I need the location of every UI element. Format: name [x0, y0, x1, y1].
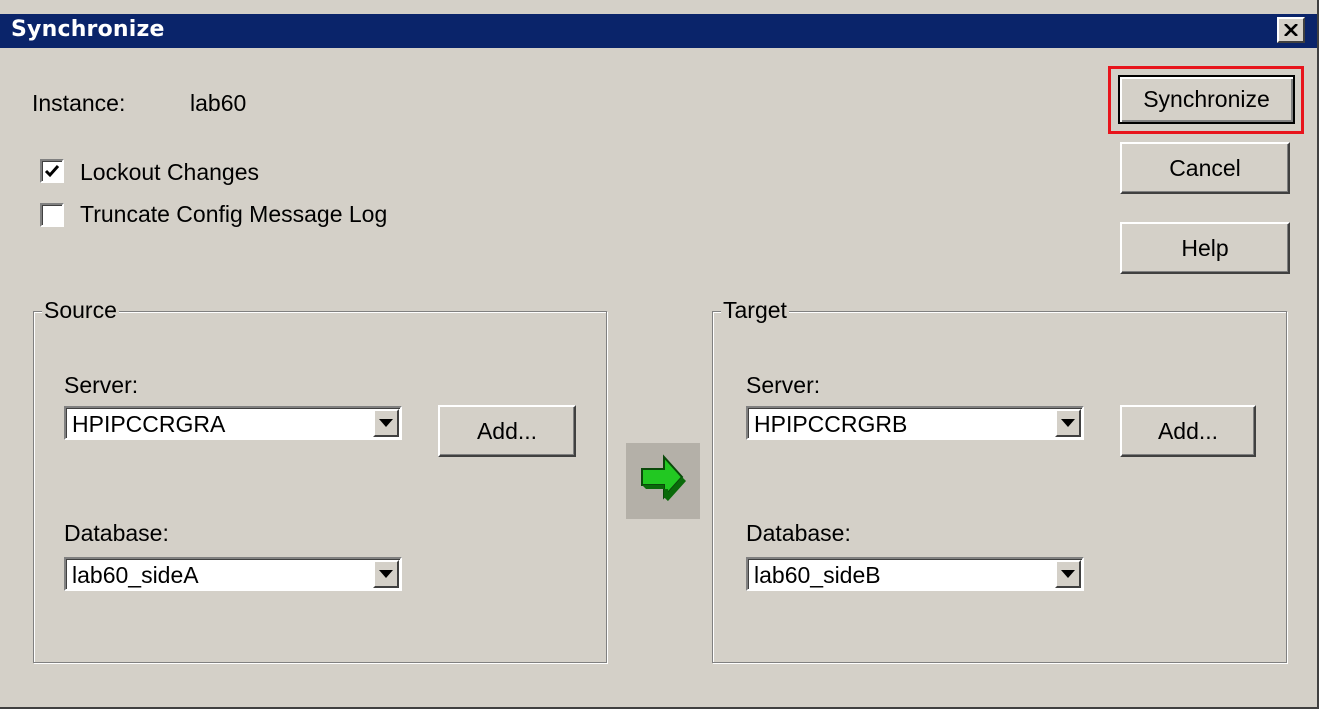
title-bar[interactable]: Synchronize: [0, 14, 1317, 48]
target-database-value: lab60_sideB: [754, 562, 881, 588]
source-server-dropdown-button[interactable]: [373, 409, 399, 437]
dropdown-arrow-icon: [379, 419, 393, 427]
dropdown-arrow-icon: [1061, 419, 1075, 427]
close-icon: [1284, 24, 1298, 36]
source-database-label: Database:: [64, 520, 169, 546]
source-server-label: Server:: [64, 372, 139, 398]
source-group: Source: [33, 297, 607, 663]
lockout-changes-checkbox[interactable]: [40, 159, 64, 183]
target-server-value: HPIPCCRGRB: [754, 411, 908, 437]
target-database-dropdown-button[interactable]: [1055, 560, 1081, 588]
checkmark-icon: [44, 165, 60, 178]
target-database-select[interactable]: lab60_sideB: [746, 557, 1084, 591]
truncate-log-checkbox[interactable]: [40, 203, 64, 227]
help-button[interactable]: Help: [1120, 222, 1290, 274]
window-title: Synchronize: [11, 17, 165, 42]
source-database-dropdown-button[interactable]: [373, 560, 399, 588]
dropdown-arrow-icon: [1061, 570, 1075, 578]
source-database-select[interactable]: lab60_sideA: [64, 557, 402, 591]
target-database-label: Database:: [746, 520, 851, 546]
target-group: Target: [712, 297, 1287, 663]
target-server-label: Server:: [746, 372, 821, 398]
target-add-button[interactable]: Add...: [1120, 405, 1256, 457]
cancel-button[interactable]: Cancel: [1120, 142, 1290, 194]
source-group-title: Source: [42, 297, 119, 324]
source-server-value: HPIPCCRGRA: [72, 411, 226, 437]
green-right-arrow-icon: [641, 454, 686, 501]
source-add-button[interactable]: Add...: [438, 405, 576, 457]
instance-label: Instance:: [32, 90, 126, 116]
source-database-value: lab60_sideA: [72, 562, 199, 588]
dropdown-arrow-icon: [379, 570, 393, 578]
synchronize-dialog: Synchronize Instance: lab60 Lockout Chan…: [0, 0, 1319, 709]
target-server-select[interactable]: HPIPCCRGRB: [746, 406, 1084, 440]
target-server-dropdown-button[interactable]: [1055, 409, 1081, 437]
source-server-select[interactable]: HPIPCCRGRA: [64, 406, 402, 440]
close-button[interactable]: [1277, 17, 1305, 43]
lockout-changes-label[interactable]: Lockout Changes: [80, 159, 259, 186]
synchronize-button[interactable]: Synchronize: [1118, 75, 1295, 124]
target-group-title: Target: [721, 297, 789, 324]
truncate-log-label[interactable]: Truncate Config Message Log: [80, 201, 387, 228]
instance-value: lab60: [190, 90, 247, 116]
sync-direction-panel: [626, 443, 700, 519]
